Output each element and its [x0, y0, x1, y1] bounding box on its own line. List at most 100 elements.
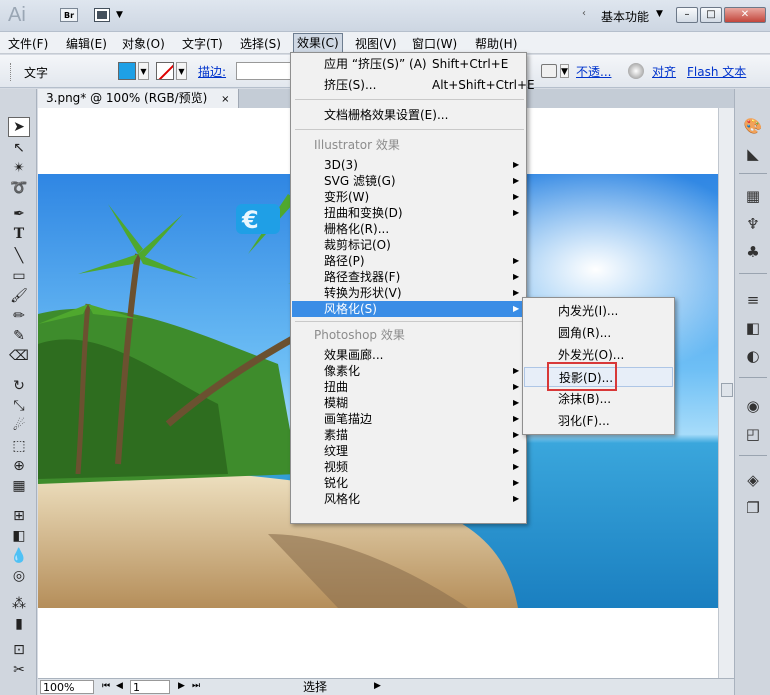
- color-guide-icon[interactable]: ◣: [742, 143, 764, 165]
- flash-text-link[interactable]: Flash 文本: [687, 63, 746, 80]
- menu-item-rasterize[interactable]: 栅格化(R)...: [292, 221, 525, 237]
- menu-item-distort-transform[interactable]: 扭曲和变换(D) ▶: [292, 205, 525, 221]
- menu-edit[interactable]: 编辑(E): [66, 35, 107, 52]
- menu-item-last-effect[interactable]: 挤压(S)... Alt+Shift+Ctrl+E: [292, 77, 535, 93]
- menu-item-sketch[interactable]: 素描 ▶: [292, 427, 525, 443]
- blob-brush-tool-icon[interactable]: ✎: [9, 327, 29, 345]
- appearance-panel-icon[interactable]: ◉: [742, 395, 764, 417]
- menu-item-sharpen[interactable]: 锐化 ▶: [292, 475, 525, 491]
- arrange-documents-button[interactable]: ▼: [94, 8, 128, 24]
- opacity-link[interactable]: 不透...: [576, 63, 611, 80]
- panel-grip[interactable]: [10, 63, 12, 81]
- graphic-styles-panel-icon[interactable]: ◰: [742, 423, 764, 445]
- magic-wand-tool-icon[interactable]: ✴: [9, 159, 29, 177]
- menu-window[interactable]: 窗口(W): [412, 35, 457, 52]
- menu-item-ps-distort[interactable]: 扭曲 ▶: [292, 379, 525, 395]
- menu-item-effect-gallery[interactable]: 效果画廊...: [292, 347, 525, 363]
- bridge-button[interactable]: Br: [60, 8, 78, 22]
- menu-item-feather[interactable]: 羽化(F)...: [524, 411, 673, 431]
- zoom-select[interactable]: 100%: [40, 680, 94, 694]
- workspace-switcher[interactable]: 基本功能: [601, 8, 649, 25]
- menu-item-path[interactable]: 路径(P) ▶: [292, 253, 525, 269]
- perspective-grid-tool-icon[interactable]: ▦: [9, 477, 29, 495]
- fill-dropdown[interactable]: ▼: [138, 62, 149, 80]
- menu-item-apply-last[interactable]: 应用 “挤压(S)” (A) Shift+Ctrl+E: [292, 56, 525, 72]
- selection-tool-icon[interactable]: ➤: [8, 117, 30, 137]
- shape-builder-tool-icon[interactable]: ⊕: [9, 457, 29, 475]
- status-menu-icon[interactable]: ▶: [374, 681, 381, 691]
- color-panel-icon[interactable]: 🎨: [742, 115, 764, 137]
- menu-item-raster-settings[interactable]: 文档栅格效果设置(E)...: [292, 107, 525, 123]
- menu-item-inner-glow[interactable]: 内发光(I)...: [524, 301, 673, 321]
- menu-item-pathfinder[interactable]: 路径查找器(F) ▶: [292, 269, 525, 285]
- first-page-icon[interactable]: ⏮: [102, 681, 110, 691]
- document-tab[interactable]: 3.png* @ 100% (RGB/预览) ×: [38, 89, 239, 108]
- menu-type[interactable]: 文字(T): [182, 35, 223, 52]
- fill-swatch[interactable]: [118, 62, 136, 80]
- chevron-down-icon[interactable]: ▼: [560, 64, 569, 78]
- menu-item-blur[interactable]: 模糊 ▶: [292, 395, 525, 411]
- stroke-label[interactable]: 描边:: [198, 63, 226, 80]
- workspace-chevron-icon[interactable]: ‹: [582, 8, 586, 19]
- menu-item-scribble[interactable]: 涂抹(B)...: [524, 389, 673, 409]
- menu-file[interactable]: 文件(F): [8, 35, 48, 52]
- stroke-dropdown[interactable]: ▼: [176, 62, 187, 80]
- pencil-tool-icon[interactable]: ✏: [9, 307, 29, 325]
- stroke-panel-icon[interactable]: ≡: [742, 289, 764, 311]
- menu-item-svg-filters[interactable]: SVG 滤镜(G) ▶: [292, 173, 525, 189]
- menu-object[interactable]: 对象(O): [122, 35, 165, 52]
- recolor-icon[interactable]: [628, 63, 644, 79]
- menu-view[interactable]: 视图(V): [355, 35, 397, 52]
- prev-page-icon[interactable]: ◀: [116, 681, 123, 691]
- page-select[interactable]: 1: [130, 680, 170, 694]
- gradient-tool-icon[interactable]: ◧: [9, 527, 29, 545]
- gradient-panel-icon[interactable]: ◧: [742, 317, 764, 339]
- layers-panel-icon[interactable]: ◈: [742, 469, 764, 491]
- direct-selection-tool-icon[interactable]: ↖: [9, 139, 29, 157]
- type-tool-icon[interactable]: T: [9, 225, 29, 243]
- menu-item-stylize[interactable]: 风格化(S) ▶: [292, 301, 525, 317]
- menu-effect[interactable]: 效果(C): [293, 33, 343, 53]
- scrollbar-thumb[interactable]: [721, 383, 733, 397]
- menu-item-round-corners[interactable]: 圆角(R)...: [524, 323, 673, 343]
- minimize-button[interactable]: –: [676, 7, 698, 23]
- menu-item-crop-marks[interactable]: 裁剪标记(O): [292, 237, 525, 253]
- next-page-icon[interactable]: ▶: [178, 681, 185, 691]
- brushes-panel-icon[interactable]: ♆: [742, 213, 764, 235]
- pen-tool-icon[interactable]: ✒: [9, 205, 29, 223]
- stroke-swatch[interactable]: [156, 62, 174, 80]
- menu-item-3d[interactable]: 3D(3) ▶: [292, 157, 525, 173]
- eraser-tool-icon[interactable]: ⌫: [9, 347, 29, 365]
- column-graph-tool-icon[interactable]: ▮: [9, 615, 29, 633]
- menu-help[interactable]: 帮助(H): [475, 35, 517, 52]
- swatches-panel-icon[interactable]: ▦: [742, 185, 764, 207]
- line-tool-icon[interactable]: ╲: [9, 247, 29, 265]
- menu-item-warp[interactable]: 变形(W) ▶: [292, 189, 525, 205]
- graphic-style-icon[interactable]: [541, 64, 557, 78]
- last-page-icon[interactable]: ⏭: [192, 681, 200, 691]
- close-button[interactable]: ✕: [724, 7, 766, 23]
- paintbrush-tool-icon[interactable]: 🖌: [9, 287, 29, 305]
- symbols-panel-icon[interactable]: ♣: [742, 241, 764, 263]
- chevron-down-icon[interactable]: ▼: [656, 9, 663, 19]
- menu-item-video[interactable]: 视频 ▶: [292, 459, 525, 475]
- lasso-tool-icon[interactable]: ➰: [9, 179, 29, 197]
- close-tab-icon[interactable]: ×: [221, 94, 229, 105]
- blend-tool-icon[interactable]: ◎: [9, 567, 29, 585]
- free-transform-tool-icon[interactable]: ⬚: [9, 437, 29, 455]
- status-label[interactable]: 选择: [250, 680, 380, 694]
- scale-tool-icon[interactable]: ⤡: [9, 397, 29, 415]
- menu-item-texture[interactable]: 纹理 ▶: [292, 443, 525, 459]
- align-link[interactable]: 对齐: [652, 63, 676, 80]
- symbol-sprayer-tool-icon[interactable]: ⁂: [9, 595, 29, 613]
- slice-tool-icon[interactable]: ✂: [9, 661, 29, 679]
- transparency-panel-icon[interactable]: ◐: [742, 345, 764, 367]
- rotate-tool-icon[interactable]: ↻: [9, 377, 29, 395]
- menu-select[interactable]: 选择(S): [240, 35, 281, 52]
- stroke-weight-field[interactable]: [236, 62, 292, 80]
- warp-tool-icon[interactable]: ☄: [9, 417, 29, 435]
- eyedropper-tool-icon[interactable]: 💧: [9, 547, 29, 565]
- menu-item-pixelate[interactable]: 像素化 ▶: [292, 363, 525, 379]
- vertical-scrollbar[interactable]: [718, 108, 734, 678]
- maximize-button[interactable]: □: [700, 7, 722, 23]
